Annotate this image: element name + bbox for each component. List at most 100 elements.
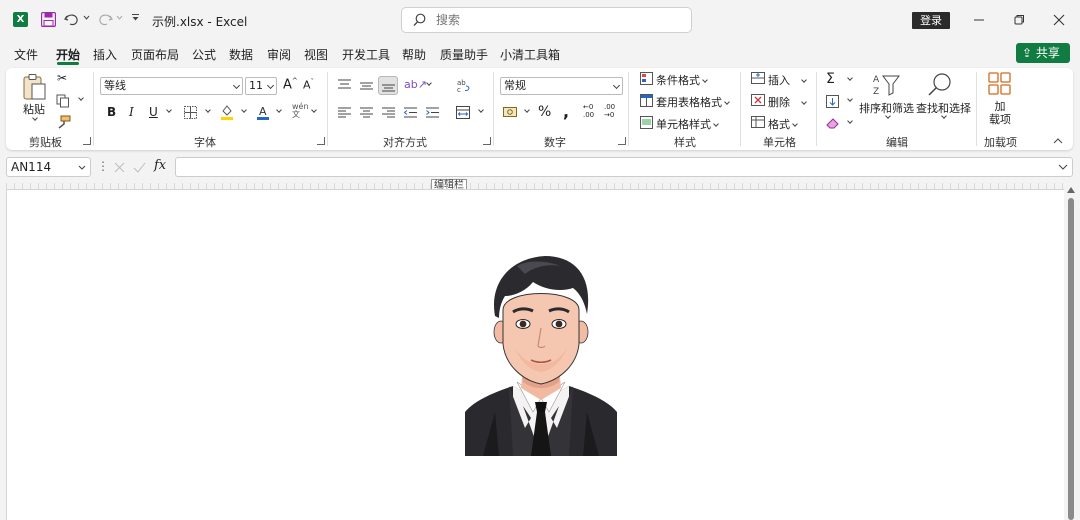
login-button[interactable]: 登录 [912,12,950,29]
tab-file[interactable]: 文件 [14,46,38,63]
fill-dropdown-icon[interactable] [847,96,853,102]
addins-button[interactable]: 加 载项 [988,100,1012,126]
undo-dropdown-icon[interactable] [83,15,90,20]
increase-decimal-icon[interactable]: ←0.00 [583,103,594,119]
underline-dropdown-icon[interactable] [166,107,172,113]
align-center-icon[interactable] [360,107,373,118]
alignment-launcher-icon[interactable] [483,137,491,145]
align-right-icon[interactable] [382,107,395,118]
format-cells-button[interactable]: 格式 [768,116,798,132]
name-box-dropdown-icon[interactable] [78,165,86,170]
increase-indent-icon[interactable] [426,107,439,118]
font-launcher-icon[interactable] [317,137,325,145]
tab-toolbox[interactable]: 小清工具箱 [500,46,560,63]
font-color-icon[interactable]: A [256,104,270,120]
delete-cells-button[interactable]: 删除 [768,94,807,110]
phonetic-dropdown-icon[interactable] [311,107,317,113]
merge-center-icon[interactable] [456,106,470,119]
decrease-decimal-icon[interactable]: .00 →0 [604,103,615,119]
bold-icon[interactable]: B [107,105,116,119]
scrollbar-thumb[interactable] [1068,198,1074,520]
redo-icon[interactable] [97,12,113,27]
orientation-icon[interactable]: ab↗ [404,78,427,91]
conditional-format-button[interactable]: 条件格式 [656,72,708,88]
editing-group-label: 编辑 [886,136,908,149]
formula-input[interactable] [175,157,1073,177]
number-launcher-icon[interactable] [618,137,626,145]
table-format-button[interactable]: 套用表格格式 [656,94,730,110]
fill-color-dropdown-icon[interactable] [241,107,247,113]
orientation-dropdown-icon[interactable] [426,80,432,86]
paste-icon[interactable] [22,73,48,101]
close-icon[interactable] [1047,8,1071,32]
percent-icon[interactable]: % [538,104,551,120]
number-group-label: 数字 [544,136,566,149]
accounting-dropdown-icon[interactable] [524,107,530,113]
formula-bar-options-icon[interactable]: ⋮ [97,159,109,173]
font-size-select[interactable]: 11 [245,77,277,95]
font-name-select[interactable]: 等线 [100,77,243,95]
decrease-indent-icon[interactable] [404,107,417,118]
font-color-dropdown-icon[interactable] [276,107,282,113]
tab-home[interactable]: 开始 [56,46,80,63]
name-box[interactable]: AN114 [6,157,91,177]
underline-icon[interactable]: U [149,105,158,119]
decrease-font-icon[interactable]: Aˇ [303,78,314,92]
comma-style-icon[interactable]: , [563,102,569,121]
confirm-entry-icon[interactable] [133,162,146,173]
scroll-up-icon[interactable] [1067,187,1075,193]
tab-page-layout[interactable]: 页面布局 [131,46,179,63]
collapse-ribbon-icon[interactable] [1053,138,1063,144]
tab-review[interactable]: 审阅 [267,46,291,63]
tab-insert[interactable]: 插入 [93,46,117,63]
group-divider [93,72,94,146]
redo-dropdown-icon[interactable] [116,15,123,20]
save-icon[interactable] [41,12,56,27]
customize-toolbar-icon[interactable] [131,13,140,22]
portrait-image[interactable] [465,252,617,456]
tab-formulas[interactable]: 公式 [192,46,216,63]
insert-function-icon[interactable]: fx [154,158,166,173]
insert-cells-button[interactable]: 插入 [768,72,807,88]
autosum-icon[interactable]: Σ [826,71,835,87]
phonetic-guide-icon[interactable]: wén 文 [292,103,309,119]
align-middle-icon[interactable] [360,80,373,91]
cut-icon[interactable]: ✂ [57,71,67,85]
vertical-scrollbar[interactable] [1066,186,1076,520]
italic-icon[interactable]: I [129,105,134,119]
restore-icon[interactable] [1007,8,1031,32]
merge-dropdown-icon[interactable] [478,107,484,113]
wrap-text-icon[interactable]: abc [457,78,471,93]
expand-formula-bar-icon[interactable] [1058,164,1068,170]
tab-data[interactable]: 数据 [229,46,253,63]
accounting-format-icon[interactable] [503,106,518,118]
format-painter-icon[interactable] [56,115,71,129]
clear-icon[interactable] [826,117,840,129]
copy-icon[interactable] [56,94,70,108]
search-input[interactable] [436,12,676,28]
share-button[interactable]: ⇪ 共享 [1016,43,1070,76]
cancel-entry-icon[interactable] [114,162,125,173]
tab-help[interactable]: 帮助 [402,46,426,63]
tab-view[interactable]: 视图 [304,46,328,63]
tab-developer[interactable]: 开发工具 [342,46,390,63]
clipboard-launcher-icon[interactable] [83,137,91,145]
clear-dropdown-icon[interactable] [847,118,853,124]
align-left-icon[interactable] [338,107,351,118]
align-bottom-button[interactable] [378,76,398,95]
cell-styles-button[interactable]: 单元格样式 [656,116,719,132]
tab-quality-assistant[interactable]: 质量助手 [440,46,488,63]
autosum-dropdown-icon[interactable] [847,75,853,81]
borders-icon[interactable] [184,106,197,119]
number-format-select[interactable]: 常规 [500,77,623,95]
undo-icon[interactable] [64,12,80,27]
search-box[interactable] [401,7,692,33]
fill-color-icon[interactable] [220,104,234,120]
increase-font-icon[interactable]: A^ [283,77,298,92]
font-size-value: 11 [249,79,263,92]
minimize-icon[interactable] [967,8,991,32]
borders-dropdown-icon[interactable] [205,107,211,113]
fill-icon[interactable] [826,95,839,108]
copy-dropdown-icon[interactable] [78,95,84,101]
align-top-icon[interactable] [338,79,351,90]
